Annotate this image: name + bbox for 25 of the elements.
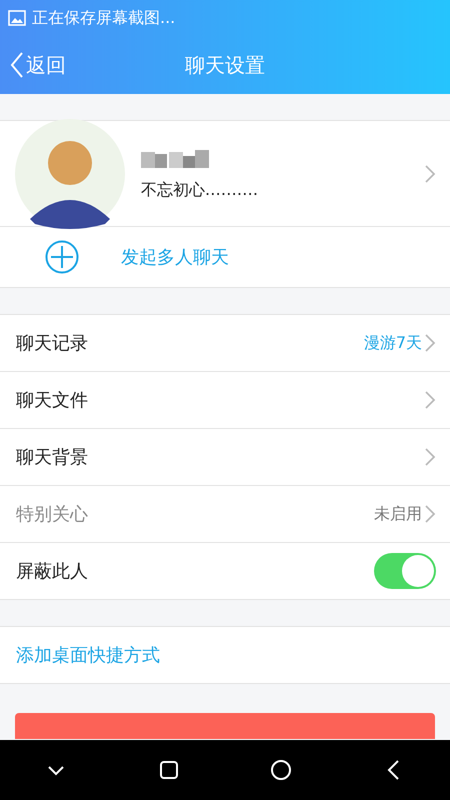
- chevron-icon: [424, 447, 436, 467]
- chevron-icon: [424, 390, 436, 410]
- row-label: 聊天背景: [16, 446, 89, 469]
- row-label: 屏蔽此人: [16, 560, 89, 583]
- row-label: 特别关心: [16, 503, 89, 526]
- home-icon[interactable]: [270, 759, 292, 781]
- chevron-icon: [424, 333, 436, 353]
- settings-row[interactable]: 聊天记录 漫游7天: [0, 315, 450, 372]
- chevron-icon: [424, 504, 436, 524]
- row-label: 聊天文件: [16, 389, 89, 412]
- recents-icon[interactable]: [158, 759, 180, 781]
- settings-row[interactable]: 聊天背景: [0, 429, 450, 486]
- row-value: 漫游7天: [364, 332, 422, 354]
- notification-text: 正在保存屏幕截图...: [32, 8, 176, 28]
- page-title: 聊天设置: [185, 52, 265, 78]
- settings-row[interactable]: 聊天文件: [0, 372, 450, 429]
- chevron-icon: [424, 164, 436, 184]
- back-icon: [10, 51, 24, 79]
- row-label: 聊天记录: [16, 332, 89, 355]
- signature-text: 不忘初心.………: [141, 180, 260, 201]
- image-icon: [8, 10, 26, 26]
- row-value: 未启用: [374, 504, 422, 524]
- toggle-switch[interactable]: [374, 553, 436, 589]
- settings-row[interactable]: 屏蔽此人: [0, 543, 450, 599]
- add-icon: [45, 240, 79, 274]
